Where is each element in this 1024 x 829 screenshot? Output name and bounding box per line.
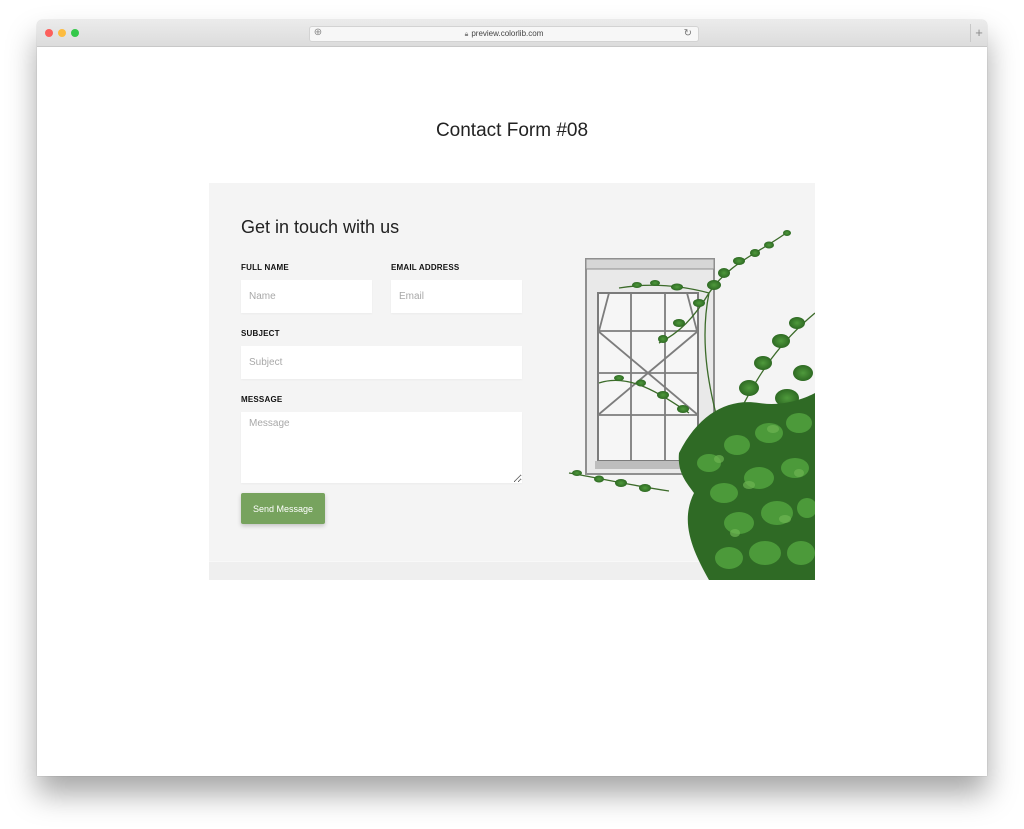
ivy-window-image bbox=[568, 230, 815, 580]
subject-label: SUBJECT bbox=[241, 329, 280, 338]
form-heading: Get in touch with us bbox=[241, 217, 400, 237]
browser-window: ⊕ 🔒︎ preview.colorlib.com ↻ + Contact For… bbox=[37, 20, 987, 776]
reload-icon[interactable]: ↻ bbox=[684, 27, 692, 41]
lock-icon: 🔒︎ bbox=[464, 31, 469, 38]
new-tab-button[interactable]: + bbox=[970, 24, 987, 42]
send-message-button[interactable]: Send Message bbox=[241, 493, 325, 524]
browser-titlebar: ⊕ 🔒︎ preview.colorlib.com ↻ + bbox=[37, 20, 987, 47]
subject-input[interactable] bbox=[241, 346, 522, 379]
page-title: Contact Form #08 bbox=[435, 120, 589, 141]
contact-card: Get in touch with us FULL NAME EMAIL ADD… bbox=[209, 183, 815, 580]
close-window-icon[interactable] bbox=[45, 29, 53, 37]
full-name-input[interactable] bbox=[241, 280, 372, 313]
email-input[interactable] bbox=[391, 280, 522, 313]
address-bar[interactable]: ⊕ 🔒︎ preview.colorlib.com ↻ bbox=[309, 26, 699, 42]
zoom-window-icon[interactable] bbox=[71, 29, 79, 37]
message-label: MESSAGE bbox=[241, 395, 283, 404]
address-text-wrap: 🔒︎ preview.colorlib.com bbox=[310, 27, 698, 41]
message-textarea[interactable] bbox=[241, 412, 522, 483]
full-name-label: FULL NAME bbox=[241, 263, 289, 272]
address-text: preview.colorlib.com bbox=[471, 29, 544, 38]
minimize-window-icon[interactable] bbox=[58, 29, 66, 37]
email-label: EMAIL ADDRESS bbox=[391, 263, 460, 272]
